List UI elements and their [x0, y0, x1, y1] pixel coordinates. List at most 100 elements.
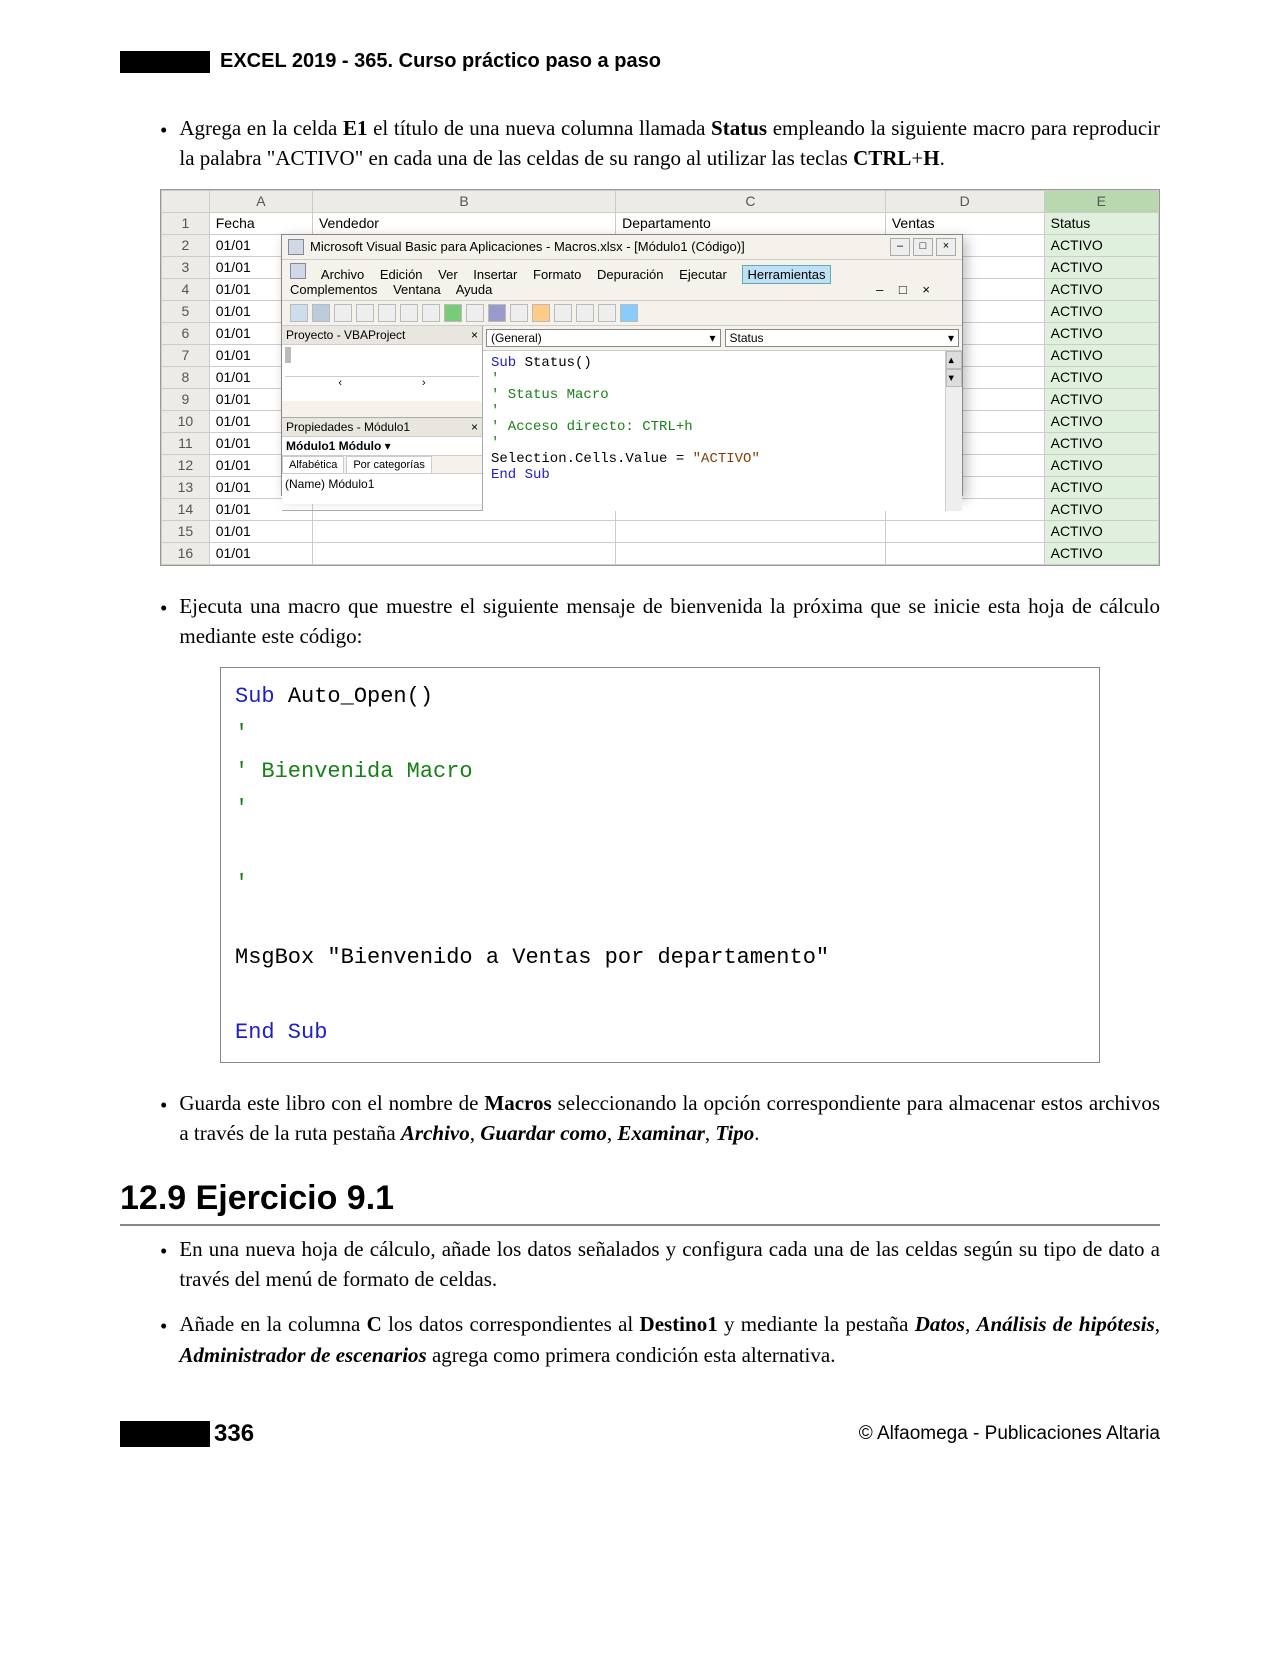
footer-left: 336 [120, 1420, 254, 1448]
scroll-down-icon[interactable]: ▾ [946, 369, 962, 387]
project-explorer-panel: Proyecto - VBAProject × ‹› [282, 326, 482, 419]
menu-item[interactable]: Ventana [393, 282, 441, 297]
data-cell: Fecha [209, 212, 312, 234]
project-tree[interactable]: ‹› [282, 345, 482, 401]
copyright-text: © Alfaomega - Publicaciones Altaria [859, 1423, 1160, 1445]
toolbar-design-icon[interactable] [510, 304, 528, 322]
vba-logo-icon [290, 263, 306, 279]
toolbar-project-icon[interactable] [532, 304, 550, 322]
props-grid[interactable]: (Name) Módulo1 [282, 474, 482, 504]
minimize-button[interactable]: – [890, 238, 910, 256]
tab-categorized[interactable]: Por categorías [346, 456, 432, 473]
section-heading: 12.9 Ejercicio 9.1 [120, 1179, 1160, 1226]
tab-alphabetic[interactable]: Alfabética [282, 456, 344, 473]
data-cell: Vendedor [312, 212, 615, 234]
tree-folder-icon [289, 347, 291, 363]
bullet-text: En una nueva hoja de cálculo, añade los … [179, 1234, 1160, 1295]
bullet-text: Agrega en la celda E1 el título de una n… [179, 113, 1160, 174]
properties-panel: Propiedades - Módulo1 × Módulo1 Módulo ▾… [282, 418, 482, 511]
object-combo[interactable]: (General)▾ [486, 329, 721, 347]
panel-title: Propiedades - Módulo1 [286, 420, 410, 434]
panel-titlebar: Propiedades - Módulo1 × [282, 418, 482, 437]
menu-item[interactable]: Formato [533, 267, 581, 282]
bullet-icon: • [160, 593, 167, 652]
panel-titlebar: Proyecto - VBAProject × [282, 326, 482, 345]
vba-titlebar: Microsoft Visual Basic para Aplicaciones… [282, 235, 962, 260]
header-title: EXCEL 2019 - 365. Curso práctico paso a … [220, 50, 661, 73]
select-all-cell [162, 190, 210, 212]
page-content: • Agrega en la celda E1 el título de una… [120, 113, 1160, 1370]
book-page: EXCEL 2019 - 365. Curso práctico paso a … [0, 0, 1280, 1478]
data-cell: Status [1044, 212, 1158, 234]
scrollbar[interactable]: ▴▾ [945, 351, 962, 511]
doc-minimize-button[interactable]: – [876, 282, 883, 297]
excel-vba-screenshot: A B C D E 1 Fecha Vendedor Departamento … [160, 189, 1160, 566]
toolbar-undo-icon[interactable] [400, 304, 418, 322]
vba-menubar: Archivo Edición Ver Insertar Formato Dep… [282, 260, 962, 301]
bullet-item: • Añade en la columna C los datos corres… [160, 1309, 1160, 1370]
menu-item[interactable]: Edición [380, 267, 423, 282]
toolbar-help-icon[interactable] [620, 304, 638, 322]
procedure-combo[interactable]: Status▾ [725, 329, 960, 347]
menu-item[interactable]: Insertar [473, 267, 517, 282]
header-bar-icon [120, 51, 210, 73]
bullet-icon: • [160, 1311, 167, 1370]
bullet-item: • Ejecuta una macro que muestre el sigui… [160, 591, 1160, 652]
toolbar-properties-icon[interactable] [554, 304, 572, 322]
vba-code-pane: (General)▾ Status▾ Sub Status() ' ' Stat… [483, 326, 962, 511]
menu-item[interactable]: Depuración [597, 267, 664, 282]
page-number: 336 [214, 1420, 254, 1448]
col-header: C [616, 190, 886, 212]
chevron-down-icon: ▾ [709, 331, 715, 345]
footer-bar-icon [120, 1421, 210, 1447]
bullet-item: • En una nueva hoja de cálculo, añade lo… [160, 1234, 1160, 1295]
toolbar-break-icon[interactable] [466, 304, 484, 322]
bullet-icon: • [160, 1236, 167, 1295]
vba-body: Proyecto - VBAProject × ‹› [282, 326, 962, 511]
data-cell: Ventas [885, 212, 1044, 234]
menu-item[interactable]: Ver [438, 267, 458, 282]
menu-item[interactable]: Ayuda [456, 282, 493, 297]
bullet-icon: • [160, 115, 167, 174]
panel-close-icon[interactable]: × [471, 420, 478, 434]
toolbar-toolbox-icon[interactable] [598, 304, 616, 322]
bullet-text: Añade en la columna C los datos correspo… [179, 1309, 1160, 1370]
vba-toolbar [282, 301, 962, 326]
menu-item[interactable]: Archivo [321, 267, 364, 282]
window-title: Microsoft Visual Basic para Aplicaciones… [310, 239, 887, 254]
toolbar-save-icon[interactable] [312, 304, 330, 322]
col-header: B [312, 190, 615, 212]
menu-item-highlighted[interactable]: Herramientas [742, 265, 830, 284]
col-header: E [1044, 190, 1158, 212]
bullet-item: • Agrega en la celda E1 el título de una… [160, 113, 1160, 174]
toolbar-redo-icon[interactable] [422, 304, 440, 322]
toolbar-reset-icon[interactable] [488, 304, 506, 322]
menu-item[interactable]: Ejecutar [679, 267, 727, 282]
doc-restore-button[interactable]: □ [899, 282, 907, 297]
col-header: D [885, 190, 1044, 212]
module-selector[interactable]: Módulo1 Módulo [286, 439, 381, 453]
row-header: 1 [162, 212, 210, 234]
data-cell: Departamento [616, 212, 886, 234]
page-header: EXCEL 2019 - 365. Curso práctico paso a … [120, 50, 1160, 73]
code-editor[interactable]: Sub Status() ' ' Status Macro ' ' Acceso… [483, 351, 962, 511]
app-icon [288, 239, 304, 255]
close-button[interactable]: × [936, 238, 956, 256]
vba-editor-window: Microsoft Visual Basic para Aplicaciones… [281, 234, 963, 496]
toolbar-paste-icon[interactable] [378, 304, 396, 322]
scroll-up-icon[interactable]: ▴ [946, 351, 962, 369]
bullet-icon: • [160, 1090, 167, 1149]
vba-left-pane: Proyecto - VBAProject × ‹› [282, 326, 483, 511]
toolbar-copy-icon[interactable] [356, 304, 374, 322]
bullet-text: Guarda este libro con el nombre de Macro… [179, 1088, 1160, 1149]
toolbar-run-icon[interactable] [444, 304, 462, 322]
toolbar-excel-icon[interactable] [290, 304, 308, 322]
panel-close-icon[interactable]: × [471, 328, 478, 342]
toolbar-object-icon[interactable] [576, 304, 594, 322]
code-combos: (General)▾ Status▾ [483, 326, 962, 351]
maximize-button[interactable]: □ [913, 238, 933, 256]
menu-item[interactable]: Complementos [290, 282, 377, 297]
doc-close-button[interactable]: × [922, 282, 930, 297]
toolbar-cut-icon[interactable] [334, 304, 352, 322]
bullet-item: • Guarda este libro con el nombre de Mac… [160, 1088, 1160, 1149]
